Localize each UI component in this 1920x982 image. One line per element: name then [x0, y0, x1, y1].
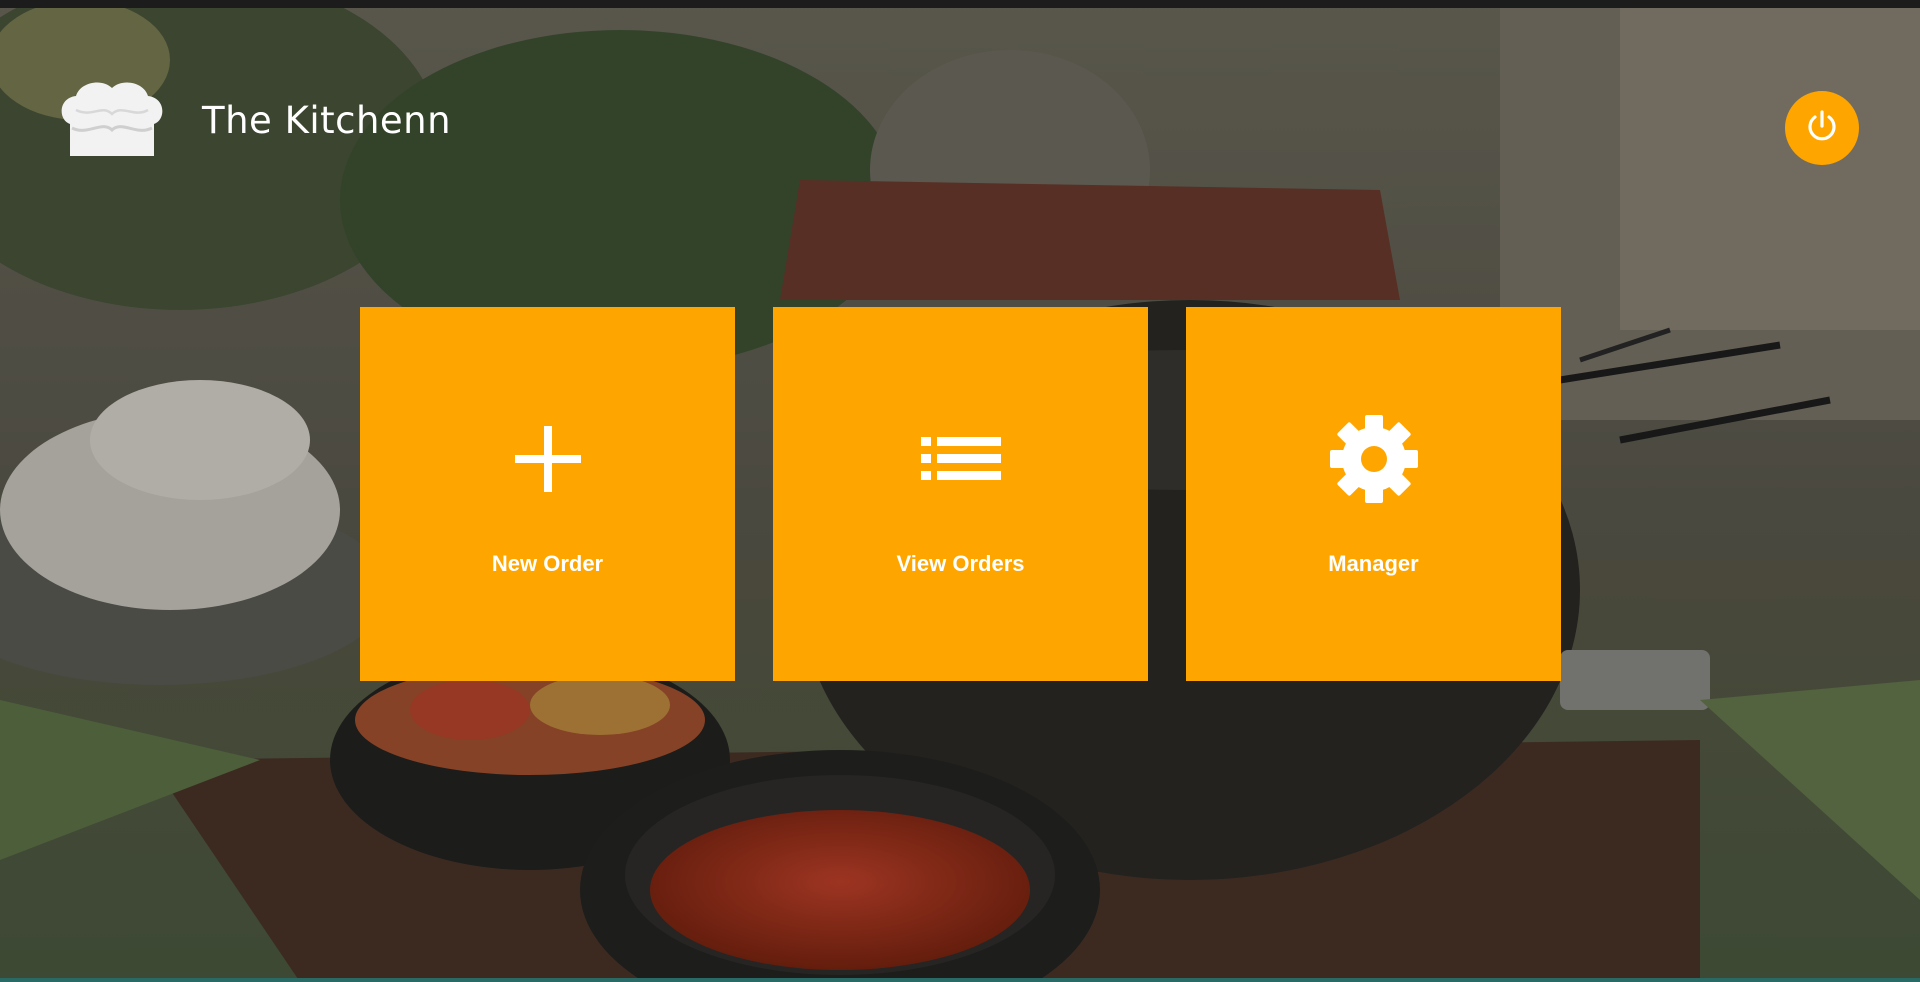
window-top-bar [0, 0, 1920, 8]
app-screen: The Kitchenn New Order View Orders Manag… [0, 0, 1920, 982]
new-order-tile[interactable]: New Order [360, 307, 735, 681]
gear-icon [1329, 414, 1419, 504]
manager-label: Manager [1328, 551, 1419, 576]
list-icon [920, 435, 1001, 483]
new-order-label: New Order [491, 551, 604, 576]
power-icon [1804, 108, 1840, 149]
manager-tile[interactable]: Manager [1186, 307, 1561, 681]
brand: The Kitchenn [58, 80, 451, 160]
view-orders-tile[interactable]: View Orders [773, 307, 1148, 681]
bottom-edge [0, 978, 1920, 982]
plus-icon [514, 426, 581, 492]
app-title: The Kitchenn [202, 98, 452, 142]
chef-hat-icon [58, 80, 166, 160]
view-orders-label: View Orders [896, 551, 1025, 576]
main-menu-tiles: New Order View Orders Manager [360, 307, 1561, 681]
power-button[interactable] [1785, 91, 1859, 165]
